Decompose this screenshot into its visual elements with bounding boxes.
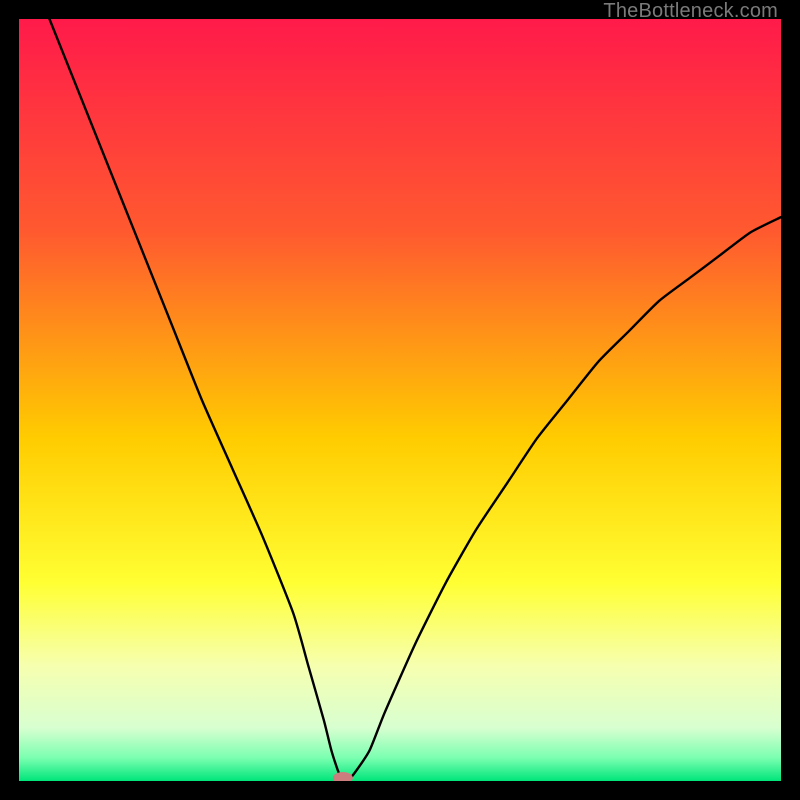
gradient-background xyxy=(19,19,781,781)
chart-frame xyxy=(19,19,781,781)
bottleneck-chart xyxy=(19,19,781,781)
